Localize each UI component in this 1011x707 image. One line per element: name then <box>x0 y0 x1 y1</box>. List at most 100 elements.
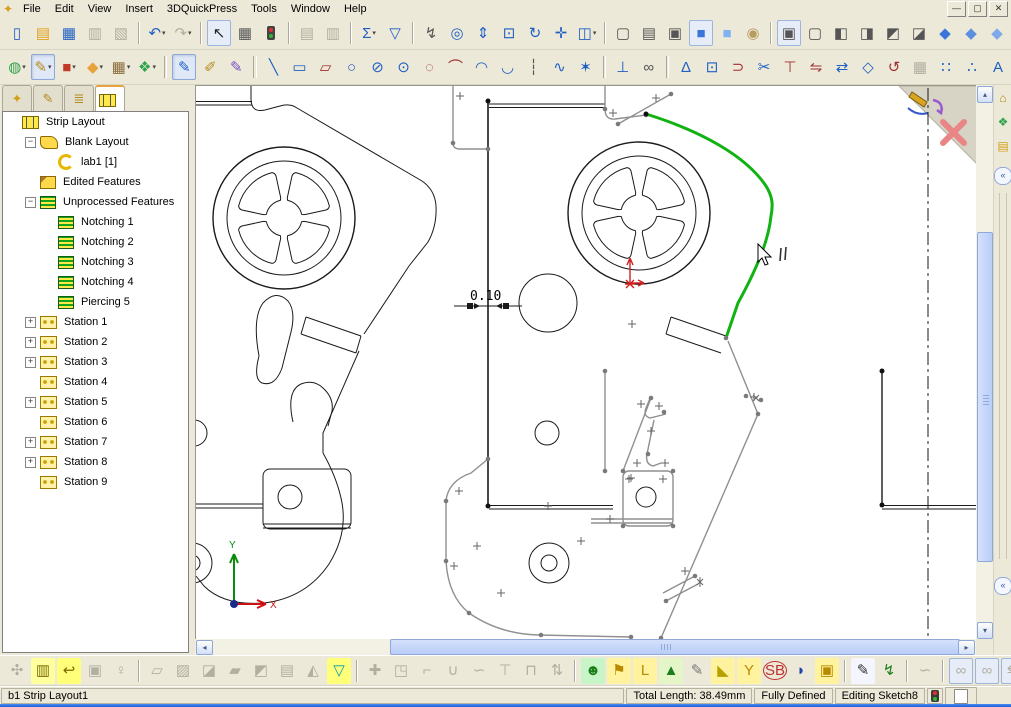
linear-pattern-button[interactable]: ∷ <box>934 54 958 80</box>
qp-funnel-button[interactable]: ▽ <box>327 657 351 684</box>
menu-3dquickpress[interactable]: 3DQuickPress <box>160 2 244 16</box>
strip-rail-bottom[interactable] <box>196 503 977 510</box>
trim-entities-button[interactable]: ✂ <box>752 54 776 80</box>
expander-minus-icon[interactable]: − <box>25 196 36 208</box>
realview-button[interactable]: ◉ <box>741 20 765 46</box>
qp-strip-layout-button[interactable]: ▥ <box>31 657 55 684</box>
tree-item-station-1[interactable]: + Station 1 <box>3 312 188 332</box>
qp-scene-dropdown-button[interactable]: ◍ ▾ <box>5 54 29 80</box>
filter-lightning-button[interactable]: ↯ <box>419 20 443 46</box>
graphics-viewport[interactable]: 0.10 Y X <box>171 85 978 641</box>
menu-help[interactable]: Help <box>337 2 374 16</box>
menu-edit[interactable]: Edit <box>48 2 81 16</box>
shaded-with-edges-button[interactable]: ■ <box>689 20 713 46</box>
menu-tools[interactable]: Tools <box>244 2 284 16</box>
clover-wheel-left[interactable] <box>213 147 355 289</box>
sketch-grid-button[interactable]: ▦ <box>233 20 257 46</box>
tree-item-notching-1[interactable]: Notching 1 <box>3 212 188 232</box>
qp-funnel-flag-button[interactable]: ◣ <box>711 657 735 684</box>
tree-item-station-5[interactable]: + Station 5 <box>3 392 188 412</box>
task-pane-grip[interactable] <box>999 193 1007 559</box>
tree-item-station-8[interactable]: + Station 8 <box>3 452 188 472</box>
dropdown-caret-icon[interactable]: ▾ <box>100 63 104 71</box>
dropdown-caret-icon[interactable]: ▾ <box>127 63 131 71</box>
tree-item-notching-2[interactable]: Notching 2 <box>3 232 188 252</box>
view-bottom-button[interactable]: ◪ <box>907 20 931 46</box>
dimension-annotation[interactable]: 0.10 <box>454 289 522 309</box>
qp-notes-button[interactable]: ✎ <box>851 657 875 684</box>
left-bracket[interactable] <box>262 468 352 530</box>
collapse-chevron-bottom[interactable]: « <box>994 577 1011 595</box>
view-trimetric-button[interactable]: ◆ <box>959 20 983 46</box>
shaded-button[interactable]: ■ <box>715 20 739 46</box>
menu-insert[interactable]: Insert <box>118 2 160 16</box>
qp-insert-feature-button[interactable]: ◆ ▾ <box>83 54 107 80</box>
tree-item-piercing-5[interactable]: Piercing 5 <box>3 292 188 312</box>
carry-web-right[interactable] <box>665 316 727 354</box>
horizontal-scroll-thumb[interactable] <box>390 639 960 655</box>
resources-icon[interactable]: ❖ <box>995 115 1011 133</box>
tree-item-station-9[interactable]: Station 9 <box>3 472 188 492</box>
sketch-corner-left[interactable] <box>452 86 488 150</box>
line-tool-button[interactable]: ╲ <box>262 54 286 80</box>
qp-forming-button[interactable]: ▲ <box>659 657 683 684</box>
select-arrow-button[interactable]: ↖ <box>207 20 231 46</box>
vertical-scrollbar[interactable]: ▴ ▾ <box>976 85 993 639</box>
measure-tool-button[interactable]: Σ ▾ <box>357 20 381 46</box>
scroll-right-button[interactable]: ▸ <box>958 640 975 655</box>
polygon-tool-button[interactable]: ⊙ <box>392 54 416 80</box>
selection-filter-toggle-button[interactable]: ▽ <box>383 20 407 46</box>
three-point-arc-tool-button[interactable]: ⌒ <box>444 54 468 80</box>
smart-dimension-button[interactable]: Δ <box>674 54 698 80</box>
restore-button[interactable]: ▢ <box>968 0 987 17</box>
close-button[interactable]: ✕ <box>989 0 1008 17</box>
circle-tool-button[interactable]: ○ <box>340 54 364 80</box>
display-relations-button[interactable]: ∞ <box>637 54 661 80</box>
view-front-button[interactable]: ▣ <box>777 20 801 46</box>
tangent-arc-tool-button[interactable]: ◠ <box>470 54 494 80</box>
tree-item-notching-4[interactable]: Notching 4 <box>3 272 188 292</box>
qp-export-button[interactable]: ↯ <box>877 658 901 684</box>
sketch-text-button[interactable]: A <box>986 54 1010 80</box>
home-icon[interactable]: ⌂ <box>995 91 1011 109</box>
convert-entities-button[interactable]: ⊡ <box>700 54 724 80</box>
menu-file[interactable]: File <box>16 2 48 16</box>
dynamic-mirror-button[interactable]: ◇ <box>856 54 880 80</box>
qp-solidworks-button[interactable]: ■ ▾ <box>57 54 81 80</box>
horizontal-scrollbar[interactable]: ◂ ▸ <box>195 639 976 655</box>
expander-plus-icon[interactable]: + <box>25 456 36 468</box>
move-entities-button[interactable]: ⇄ <box>830 54 854 80</box>
qp-y-tool-button[interactable]: Y <box>737 657 761 684</box>
scroll-left-button[interactable]: ◂ <box>196 640 213 655</box>
dropdown-caret-icon[interactable]: ▾ <box>72 63 76 71</box>
tree-item-station-2[interactable]: + Station 2 <box>3 332 188 352</box>
mirror-entities-button[interactable]: ⇋ <box>804 54 828 80</box>
view-left-button[interactable]: ◧ <box>829 20 853 46</box>
open-document-button[interactable]: ▤ <box>31 20 55 46</box>
save-button[interactable]: ▦ <box>57 20 81 46</box>
scroll-up-button[interactable]: ▴ <box>977 86 993 103</box>
view-back-button[interactable]: ▢ <box>803 20 827 46</box>
tree-item-blank-layout[interactable]: − Blank Layout <box>3 132 188 152</box>
rotate-view-button[interactable]: ↻ <box>523 20 547 46</box>
qp-flag-button[interactable]: ⚑ <box>607 657 631 684</box>
qp-bend-line-button[interactable]: L <box>633 657 657 684</box>
centerpoint-arc-tool-button[interactable]: ◡ <box>496 54 520 80</box>
tree-item-notching-3[interactable]: Notching 3 <box>3 252 188 272</box>
offset-entities-button[interactable]: ⊃ <box>726 54 750 80</box>
tree-item-station-7[interactable]: + Station 7 <box>3 432 188 452</box>
pan-button[interactable]: ✛ <box>549 20 573 46</box>
dropdown-caret-icon[interactable]: ▾ <box>22 63 26 71</box>
tree-item-station-3[interactable]: + Station 3 <box>3 352 188 372</box>
tree-item-unprocessed-features[interactable]: − Unprocessed Features <box>3 192 188 212</box>
sketch-tail-edge[interactable] <box>660 340 759 639</box>
zoom-to-area-button[interactable]: ⊡ <box>497 20 521 46</box>
qp-shield-button[interactable]: ◗ <box>789 658 813 684</box>
centerline-tool-button[interactable]: ┆ <box>522 54 546 80</box>
new-document-button[interactable]: ▯ <box>5 20 29 46</box>
dropdown-caret-icon[interactable]: ▾ <box>188 29 192 37</box>
dropdown-caret-icon[interactable]: ▾ <box>593 29 597 37</box>
tree-item-strip-layout[interactable]: Strip Layout <box>3 112 188 132</box>
dropdown-caret-icon[interactable]: ▾ <box>48 63 52 71</box>
minimize-button[interactable]: — <box>947 0 966 17</box>
